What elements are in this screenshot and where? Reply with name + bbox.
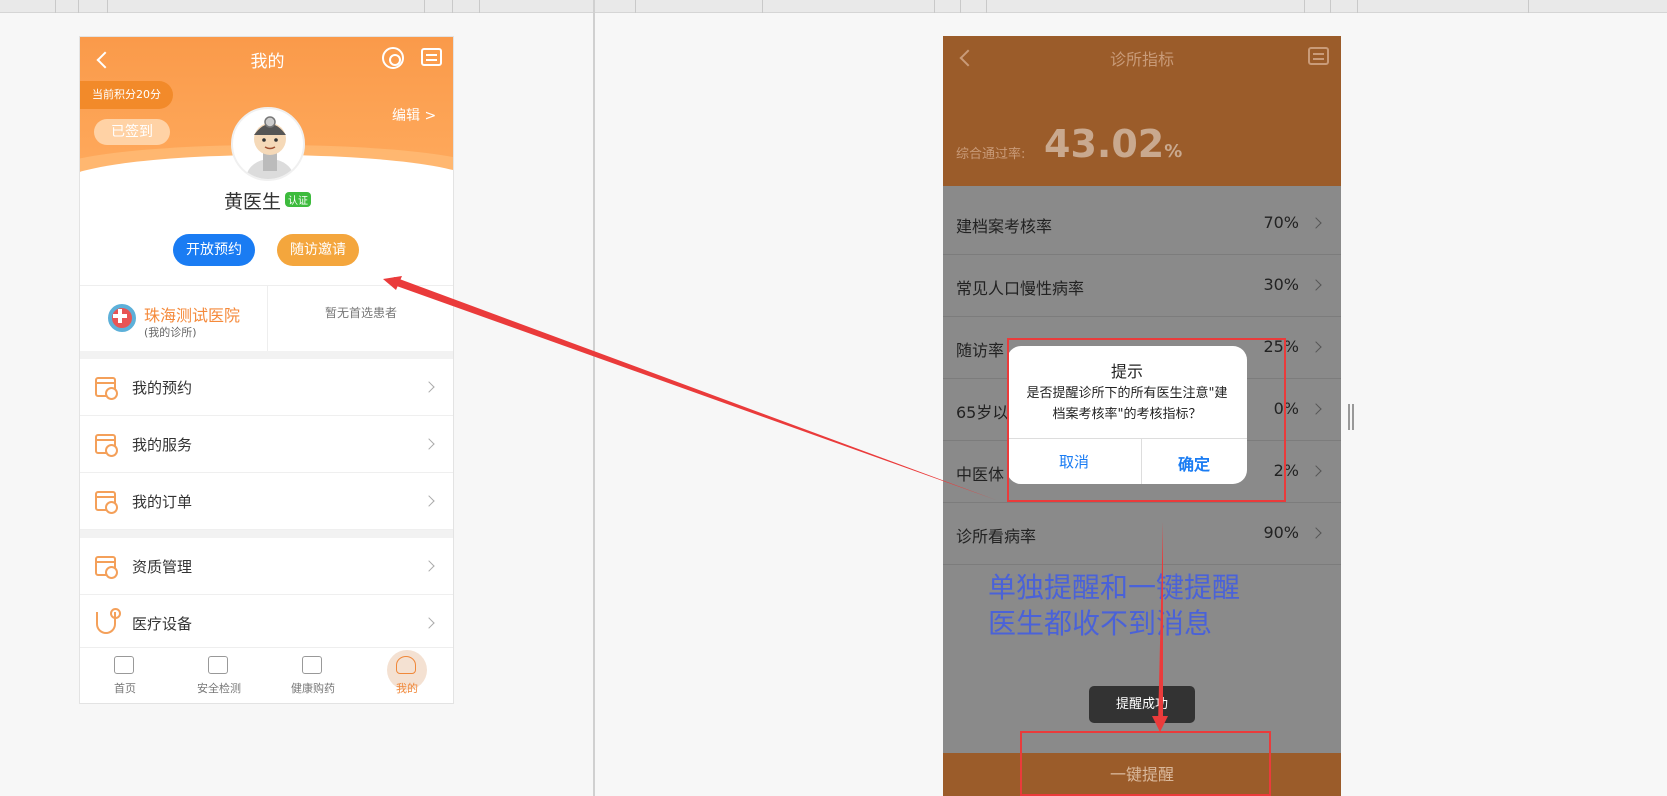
arrow-head-down [1152, 716, 1168, 732]
annotation-arrows [383, 276, 1168, 732]
arrow-to-invite-button [391, 277, 996, 500]
arrow-to-remind-button [1158, 522, 1163, 725]
